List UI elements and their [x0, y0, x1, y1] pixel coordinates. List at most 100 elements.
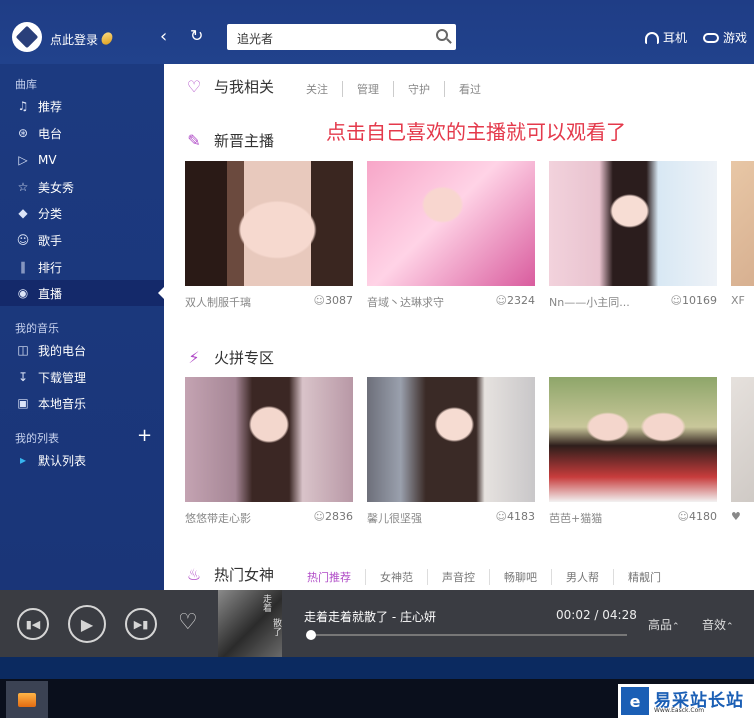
- previous-button[interactable]: ▮◀: [17, 608, 49, 640]
- earphone-label: 耳机: [663, 31, 688, 45]
- anchor-card[interactable]: 芭芭+猫猫 4180: [549, 377, 717, 526]
- app-logo-icon: [15, 25, 39, 49]
- anchor-card-partial[interactable]: XF: [731, 161, 754, 307]
- headphone-icon: [645, 31, 659, 44]
- next-button[interactable]: ▶▮: [125, 608, 157, 640]
- anchor-card[interactable]: 馨儿很坚强 4183: [367, 377, 535, 526]
- sidebar-item-local-music[interactable]: ▣ 本地音乐: [0, 390, 164, 416]
- progress-bar[interactable]: [306, 630, 627, 640]
- taskbar-app-button[interactable]: [6, 681, 48, 718]
- fire-zone-header: ⚡ 火拼专区: [184, 347, 274, 368]
- sidebar-item-live[interactable]: ◉ 直播: [0, 280, 164, 306]
- related-header: ♡ 与我相关: [184, 76, 274, 97]
- tab-chat[interactable]: 畅聊吧: [490, 569, 552, 585]
- lightning-shield-icon: ⚡: [188, 348, 200, 367]
- sidebar-item-singer[interactable]: ☺ 歌手: [0, 227, 164, 253]
- search-input[interactable]: 追光者: [237, 30, 273, 47]
- anchor-thumbnail[interactable]: [731, 161, 754, 286]
- sidebar-item-my-radio[interactable]: ◫ 我的电台: [0, 337, 164, 363]
- sidebar-item-category[interactable]: ◆ 分类: [0, 200, 164, 226]
- anchor-name[interactable]: 馨儿很坚强: [367, 510, 422, 526]
- tab-follow[interactable]: 关注: [306, 81, 343, 97]
- my-radio-icon: ◫: [17, 343, 29, 357]
- progress-knob[interactable]: [306, 630, 317, 640]
- section-library: 曲库: [15, 78, 37, 91]
- anchor-thumbnail[interactable]: [731, 377, 754, 502]
- fire-zone-title: 火拼专区: [214, 349, 275, 367]
- tag-icon: ◆: [18, 206, 28, 220]
- tab-jingliangmen[interactable]: 精靓门: [614, 569, 675, 585]
- anchor-name[interactable]: XF: [731, 294, 745, 307]
- anchor-thumbnail[interactable]: [549, 377, 717, 502]
- section-my-lists: 我的列表: [15, 432, 59, 445]
- search-icon[interactable]: [436, 29, 448, 41]
- anchor-thumbnail[interactable]: [185, 161, 353, 286]
- anchor-name[interactable]: 芭芭+猫猫: [549, 510, 602, 526]
- anchor-thumbnail[interactable]: [367, 161, 535, 286]
- anchor-card-partial[interactable]: ♥: [731, 377, 754, 523]
- anchor-card[interactable]: 悠悠带走心影 2836: [185, 377, 353, 526]
- anchor-thumbnail[interactable]: [549, 161, 717, 286]
- viewer-count: 4183: [496, 510, 535, 526]
- play-icon: ▶: [80, 614, 94, 634]
- anchor-name[interactable]: 悠悠带走心影: [185, 510, 251, 526]
- sidebar-item-radio[interactable]: ⊛ 电台: [0, 120, 164, 146]
- cover-text: 走着: [261, 594, 271, 612]
- anchor-card[interactable]: Nn——小主同... 10169: [549, 161, 717, 310]
- refresh-icon[interactable]: ↻: [190, 26, 203, 45]
- search-box[interactable]: 追光者: [227, 24, 456, 50]
- new-anchors-header: ✎ 新晋主播: [184, 130, 274, 151]
- favorite-icon[interactable]: ♡: [178, 610, 198, 635]
- sidebar-item-beauty-show[interactable]: ☆ 美女秀: [0, 174, 164, 200]
- anchor-card[interactable]: 音域丶达琳求守 2324: [367, 161, 535, 310]
- tab-hot-recommend[interactable]: 热门推荐: [307, 569, 366, 585]
- sidebar-item-recommend[interactable]: ♫ 推荐: [0, 93, 164, 119]
- login-link[interactable]: 点此登录: [50, 31, 98, 48]
- desktop-background: [0, 657, 754, 679]
- anchor-name[interactable]: 音域丶达琳求守: [367, 294, 444, 310]
- add-list-icon[interactable]: +: [137, 427, 152, 445]
- back-icon[interactable]: ‹: [160, 26, 167, 47]
- hot-goddess-title: 热门女神: [214, 566, 275, 584]
- earphone-button[interactable]: 耳机: [645, 29, 687, 46]
- avatar[interactable]: [12, 22, 42, 52]
- tab-watched[interactable]: 看过: [445, 81, 495, 97]
- watermark-logo-icon: e: [621, 687, 649, 715]
- sidebar-item-mv[interactable]: ▷ MV: [0, 147, 164, 173]
- tab-guard[interactable]: 守护: [394, 81, 445, 97]
- microphone-icon: ◉: [17, 286, 29, 300]
- new-anchors-title: 新晋主播: [214, 132, 275, 150]
- tab-goddess-style[interactable]: 女神范: [366, 569, 428, 585]
- vip-icon[interactable]: [99, 30, 115, 47]
- anchor-card[interactable]: 双人制服千璃 3087: [185, 161, 353, 310]
- playback-time: 00:02 / 04:28: [556, 608, 637, 622]
- watermark: e 易采站长站 Www.Easck.Com: [618, 684, 754, 718]
- monitor-icon: ▣: [17, 396, 29, 410]
- app-box-icon: [18, 692, 36, 707]
- anchor-thumbnail[interactable]: [185, 377, 353, 502]
- viewer-count: 10169: [671, 294, 717, 310]
- related-tabs: 关注 管理 守护 看过: [306, 81, 495, 97]
- promo-annotation: 点击自己喜欢的主播就可以观看了: [326, 120, 626, 144]
- viewer-count: 2836: [314, 510, 353, 526]
- tab-men-club[interactable]: 男人帮: [552, 569, 614, 585]
- game-button[interactable]: 游戏: [703, 29, 747, 46]
- user-icon: ☺: [16, 233, 30, 247]
- quality-dropdown[interactable]: 高品⌃: [648, 616, 680, 633]
- sidebar-item-ranking[interactable]: ∥ 排行: [0, 254, 164, 280]
- sidebar-item-default-list[interactable]: ▸ 默认列表: [0, 447, 164, 473]
- mv-icon: ▷: [18, 153, 28, 167]
- song-title[interactable]: 走着走着就散了 - 庄心妍: [304, 608, 436, 625]
- tab-manage[interactable]: 管理: [343, 81, 394, 97]
- hot-goddess-header: ♨ 热门女神: [184, 564, 274, 585]
- sidebar-item-download[interactable]: ↧ 下载管理: [0, 364, 164, 390]
- viewer-count: 3087: [314, 294, 353, 310]
- album-cover[interactable]: 走着 散了: [218, 590, 282, 657]
- anchor-name[interactable]: Nn——小主同...: [549, 294, 630, 310]
- tab-voice-control[interactable]: 声音控: [428, 569, 490, 585]
- anchor-name[interactable]: 双人制服千璃: [185, 294, 251, 310]
- play-button[interactable]: ▶: [68, 605, 106, 643]
- sound-effect-dropdown[interactable]: 音效⌃: [702, 616, 734, 633]
- microphone-icon: ✎: [187, 131, 201, 150]
- anchor-thumbnail[interactable]: [367, 377, 535, 502]
